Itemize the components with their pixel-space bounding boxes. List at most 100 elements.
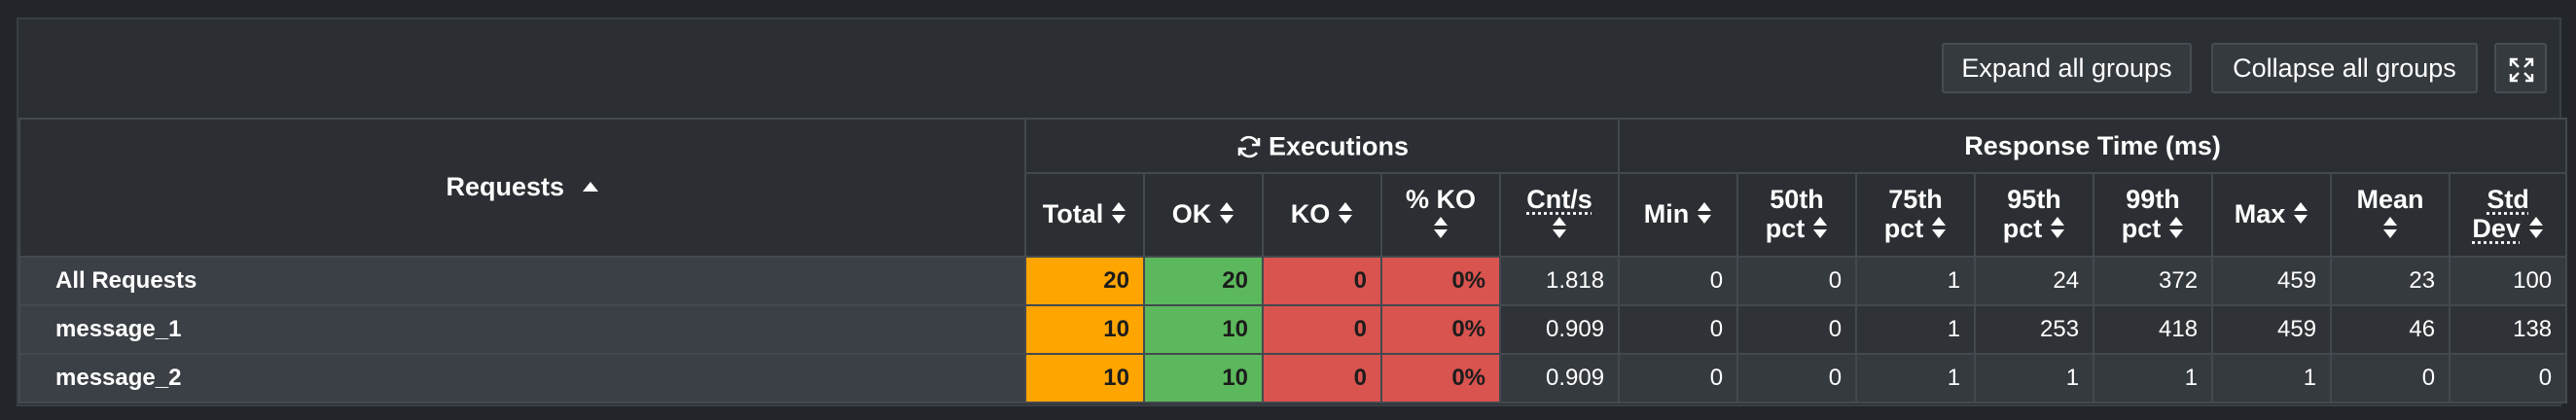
cell-ko: 0 (1262, 304, 1382, 355)
column-label: 99th (2126, 185, 2180, 215)
cell-total: 10 (1024, 353, 1145, 403)
header-response-time: Response Time (ms) (1618, 118, 2568, 174)
request-name[interactable]: message_1 (18, 304, 1026, 355)
cell-mean: 23 (2330, 256, 2451, 306)
column-label: Total (1042, 199, 1104, 229)
toolbar: Expand all groups Collapse all groups (18, 19, 2559, 118)
cell-min: 0 (1618, 304, 1739, 355)
column-mean[interactable]: Mean (2330, 172, 2451, 258)
sort-icon (1552, 216, 1567, 245)
column-min[interactable]: Min (1618, 172, 1739, 258)
fullscreen-button[interactable] (2494, 43, 2547, 93)
cell-p95: 253 (1974, 304, 2095, 355)
cell-total: 20 (1024, 256, 1145, 306)
cell-max: 459 (2211, 304, 2333, 355)
sort-icon (1338, 201, 1353, 230)
table-row[interactable]: message_2 10 10 0 0% 0.909 0 0 1 1 1 1 0… (18, 353, 2568, 403)
cell-cnt-per-sec: 1.818 (1498, 256, 1621, 306)
column-label: 95th (2007, 185, 2061, 215)
sort-ascending-icon (582, 169, 599, 199)
column-std-dev[interactable]: Std Dev (2449, 172, 2568, 258)
cell-p75: 1 (1855, 256, 1977, 306)
cell-p95: 1 (1974, 353, 2095, 403)
cell-pct-ko: 0% (1380, 353, 1501, 403)
column-label: pct (1883, 214, 1924, 244)
column-ok[interactable]: OK (1143, 172, 1264, 258)
cell-cnt-per-sec: 0.909 (1498, 353, 1621, 403)
column-label: 75th (1888, 185, 1943, 215)
collapse-all-groups-button[interactable]: Collapse all groups (2211, 43, 2478, 93)
cell-ko: 0 (1262, 353, 1382, 403)
cell-p50: 0 (1736, 256, 1858, 306)
cell-p50: 0 (1736, 353, 1858, 403)
requests-label: Requests (446, 171, 565, 201)
cell-ok: 10 (1143, 304, 1264, 355)
column-95th-pct[interactable]: 95th pct (1974, 172, 2095, 258)
sort-icon (1111, 201, 1127, 230)
statistics-table: Requests Executions Response Time (ms) T… (18, 118, 2568, 403)
column-label: pct (1765, 214, 1806, 244)
cell-min: 0 (1618, 353, 1739, 403)
cell-ok: 10 (1143, 353, 1264, 403)
sort-icon (2050, 216, 2065, 245)
header-executions: Executions (1023, 118, 1621, 174)
cell-min: 0 (1618, 256, 1739, 306)
cell-p50: 0 (1736, 304, 1858, 355)
cell-std-dev: 100 (2449, 256, 2568, 306)
sort-icon (1433, 216, 1449, 245)
column-label: Dev (2472, 214, 2521, 244)
cell-max: 459 (2211, 256, 2333, 306)
column-label: Std (2487, 185, 2529, 215)
fullscreen-icon (2509, 57, 2534, 83)
cell-total: 10 (1024, 304, 1145, 355)
sort-icon (2528, 216, 2544, 245)
column-75th-pct[interactable]: 75th pct (1855, 172, 1977, 258)
table-row[interactable]: message_1 10 10 0 0% 0.909 0 0 1 253 418… (18, 304, 2568, 355)
cell-mean: 46 (2330, 304, 2451, 355)
column-ko[interactable]: KO (1262, 172, 1382, 258)
cell-p75: 1 (1855, 353, 1977, 403)
column-label: Max (2234, 199, 2286, 229)
cell-pct-ko: 0% (1380, 256, 1501, 306)
cell-p99: 1 (2093, 353, 2214, 403)
cell-ko: 0 (1262, 256, 1382, 306)
sort-icon (2382, 216, 2398, 245)
sort-icon (2168, 216, 2184, 245)
column-cnt-per-sec[interactable]: Cnt/s (1498, 172, 1621, 258)
header-requests[interactable]: Requests (18, 118, 1026, 258)
cell-pct-ko: 0% (1380, 304, 1501, 355)
column-label: pct (2121, 214, 2162, 244)
column-label: Cnt/s (1526, 185, 1592, 214)
sort-icon (1931, 216, 1947, 245)
sort-icon (1219, 201, 1234, 230)
cell-std-dev: 138 (2449, 304, 2568, 355)
cell-max: 1 (2211, 353, 2333, 403)
column-label: OK (1171, 199, 1212, 229)
column-label: Min (1643, 199, 1690, 229)
sort-icon (1697, 201, 1712, 230)
executions-label: Executions (1269, 131, 1410, 161)
request-name[interactable]: message_2 (18, 353, 1026, 403)
column-50th-pct[interactable]: 50th pct (1736, 172, 1858, 258)
column-99th-pct[interactable]: 99th pct (2093, 172, 2214, 258)
cell-mean: 0 (2330, 353, 2451, 403)
statistics-panel: Expand all groups Collapse all groups Re… (17, 18, 2568, 406)
request-name[interactable]: All Requests (18, 256, 1026, 306)
table-row[interactable]: All Requests 20 20 0 0% 1.818 0 0 1 24 3… (18, 256, 2568, 306)
column-pct-ko[interactable]: % KO (1380, 172, 1501, 258)
cell-std-dev: 0 (2449, 353, 2568, 403)
cell-ok: 20 (1143, 256, 1264, 306)
expand-all-groups-button[interactable]: Expand all groups (1942, 43, 2192, 93)
sort-icon (1812, 216, 1828, 245)
column-max[interactable]: Max (2211, 172, 2333, 258)
column-total[interactable]: Total (1024, 172, 1145, 258)
refresh-icon (1237, 135, 1261, 158)
column-label: pct (2002, 214, 2043, 244)
cell-p99: 418 (2093, 304, 2214, 355)
column-label: Mean (2356, 185, 2424, 214)
column-label: KO (1290, 199, 1331, 229)
column-label: % KO (1405, 185, 1476, 214)
cell-p99: 372 (2093, 256, 2214, 306)
cell-p75: 1 (1855, 304, 1977, 355)
column-label: 50th (1770, 185, 1824, 215)
